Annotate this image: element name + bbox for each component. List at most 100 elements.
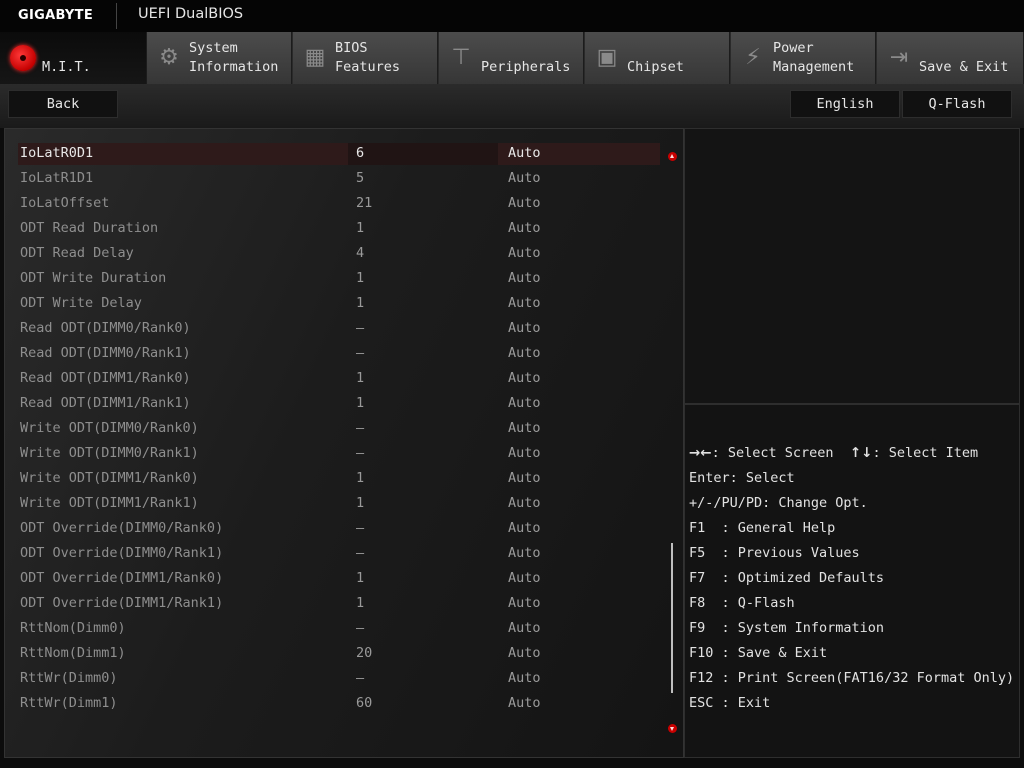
setting-name: RttNom(Dimm1)	[20, 645, 126, 661]
setting-name: ODT Override(DIMM0/Rank1)	[20, 545, 224, 561]
tab-save-exit[interactable]: ⇥ Save & Exit	[877, 32, 1024, 84]
setting-option-value[interactable]: Auto	[508, 695, 541, 711]
setting-row[interactable]: RttWr(Dimm1) 60 Auto	[18, 693, 660, 715]
scrollbar-thumb[interactable]	[671, 543, 673, 693]
setting-option-value[interactable]: Auto	[508, 595, 541, 611]
help-select-screen: : Select Screen	[711, 445, 834, 461]
setting-current-value: –	[356, 420, 365, 436]
help-line: F10 : Save & Exit	[689, 645, 828, 661]
setting-option-value[interactable]: Auto	[508, 145, 541, 161]
gear-icon: ⚙	[159, 44, 179, 70]
setting-option-value[interactable]: Auto	[508, 395, 541, 411]
setting-row[interactable]: ODT Override(DIMM1/Rank1) 1 Auto	[18, 593, 660, 615]
tab-mit[interactable]: M.I.T.	[0, 32, 147, 84]
setting-current-value: –	[356, 345, 365, 361]
language-button[interactable]: English	[790, 90, 900, 118]
setting-row[interactable]: Read ODT(DIMM1/Rank1) 1 Auto	[18, 393, 660, 415]
menu-tabs: M.I.T. ⚙ System Information ▦ BIOS Featu…	[0, 32, 1024, 84]
setting-row[interactable]: Read ODT(DIMM0/Rank1) – Auto	[18, 343, 660, 365]
setting-row[interactable]: ODT Override(DIMM0/Rank0) – Auto	[18, 518, 660, 540]
setting-option-value[interactable]: Auto	[508, 320, 541, 336]
chip-icon: ▦	[304, 44, 326, 70]
help-line: F8 : Q-Flash	[689, 595, 795, 611]
setting-row[interactable]: RttNom(Dimm0) – Auto	[18, 618, 660, 640]
setting-row[interactable]: ODT Override(DIMM0/Rank1) – Auto	[18, 543, 660, 565]
setting-option-value[interactable]: Auto	[508, 420, 541, 436]
setting-name: ODT Read Duration	[20, 220, 159, 236]
scroll-down-icon[interactable]	[668, 724, 677, 733]
setting-name: Write ODT(DIMM1/Rank1)	[20, 495, 199, 511]
qflash-button[interactable]: Q-Flash	[902, 90, 1012, 118]
help-line: F1 : General Help	[689, 520, 836, 536]
setting-option-value[interactable]: Auto	[508, 520, 541, 536]
setting-row[interactable]: Write ODT(DIMM1/Rank0) 1 Auto	[18, 468, 660, 490]
tab-bios-features[interactable]: ▦ BIOS Features	[293, 32, 438, 84]
setting-row[interactable]: IoLatR0D1 6 Auto	[18, 143, 660, 165]
setting-option-value[interactable]: Auto	[508, 270, 541, 286]
setting-option-value[interactable]: Auto	[508, 370, 541, 386]
setting-row[interactable]: Write ODT(DIMM0/Rank1) – Auto	[18, 443, 660, 465]
setting-row[interactable]: ODT Read Duration 1 Auto	[18, 218, 660, 240]
setting-current-value: 1	[356, 395, 365, 411]
tab-power-management[interactable]: ⚡ Power Management	[731, 32, 876, 84]
setting-option-value[interactable]: Auto	[508, 245, 541, 261]
setting-row[interactable]: ODT Write Delay 1 Auto	[18, 293, 660, 315]
setting-name: Write ODT(DIMM0/Rank1)	[20, 445, 199, 461]
left-right-arrow-icon: →←	[689, 445, 712, 461]
setting-row[interactable]: Write ODT(DIMM1/Rank1) 1 Auto	[18, 493, 660, 515]
setting-row[interactable]: RttNom(Dimm1) 20 Auto	[18, 643, 660, 665]
setting-row[interactable]: ODT Write Duration 1 Auto	[18, 268, 660, 290]
setting-name: IoLatR0D1	[20, 145, 94, 161]
setting-option-value[interactable]: Auto	[508, 195, 541, 211]
setting-name: ODT Override(DIMM0/Rank0)	[20, 520, 224, 536]
tab-peripherals[interactable]: ⊤ Peripherals	[439, 32, 584, 84]
setting-option-value[interactable]: Auto	[508, 470, 541, 486]
help-line: Enter: Select	[689, 470, 795, 486]
setting-row[interactable]: ODT Read Delay 4 Auto	[18, 243, 660, 265]
setting-name: Read ODT(DIMM1/Rank0)	[20, 370, 191, 386]
tab-chipset[interactable]: ▣ Chipset	[585, 32, 730, 84]
tab-label: System Information	[189, 40, 279, 75]
exit-icon: ⇥	[889, 44, 909, 70]
setting-row[interactable]: IoLatOffset 21 Auto	[18, 193, 660, 215]
setting-current-value: 1	[356, 495, 365, 511]
setting-option-value[interactable]: Auto	[508, 670, 541, 686]
setting-row[interactable]: IoLatR1D1 5 Auto	[18, 168, 660, 190]
peripherals-icon: ⊤	[451, 44, 471, 70]
setting-option-value[interactable]: Auto	[508, 345, 541, 361]
setting-current-value: –	[356, 320, 365, 336]
setting-name: RttWr(Dimm0)	[20, 670, 118, 686]
tab-label: Chipset	[627, 59, 684, 75]
setting-row[interactable]: Write ODT(DIMM0/Rank0) – Auto	[18, 418, 660, 440]
setting-option-value[interactable]: Auto	[508, 170, 541, 186]
tab-system-information[interactable]: ⚙ System Information	[147, 32, 292, 84]
scroll-up-icon[interactable]	[668, 152, 677, 161]
setting-row[interactable]: ODT Override(DIMM1/Rank0) 1 Auto	[18, 568, 660, 590]
setting-option-value[interactable]: Auto	[508, 570, 541, 586]
setting-row[interactable]: Read ODT(DIMM1/Rank0) 1 Auto	[18, 368, 660, 390]
setting-name: Read ODT(DIMM0/Rank0)	[20, 320, 191, 336]
setting-option-value[interactable]: Auto	[508, 645, 541, 661]
setting-name: ODT Write Duration	[20, 270, 167, 286]
setting-current-value: –	[356, 445, 365, 461]
setting-name: ODT Override(DIMM1/Rank1)	[20, 595, 224, 611]
setting-row[interactable]: Read ODT(DIMM0/Rank0) – Auto	[18, 318, 660, 340]
help-line: +/-/PU/PD: Change Opt.	[689, 495, 868, 511]
title-bar: GIGABYTE UEFI DualBIOS	[0, 0, 1024, 32]
setting-option-value[interactable]: Auto	[508, 495, 541, 511]
setting-option-value[interactable]: Auto	[508, 220, 541, 236]
setting-name: ODT Read Delay	[20, 245, 134, 261]
setting-current-value: –	[356, 545, 365, 561]
setting-name: RttWr(Dimm1)	[20, 695, 118, 711]
setting-option-value[interactable]: Auto	[508, 620, 541, 636]
setting-row[interactable]: RttWr(Dimm0) – Auto	[18, 668, 660, 690]
setting-option-value[interactable]: Auto	[508, 445, 541, 461]
chipset-icon: ▣	[596, 44, 618, 70]
setting-option-value[interactable]: Auto	[508, 545, 541, 561]
setting-option-value[interactable]: Auto	[508, 295, 541, 311]
back-button[interactable]: Back	[8, 90, 118, 118]
button-bar: Back English Q-Flash	[0, 84, 1024, 128]
setting-current-value: 21	[356, 195, 373, 211]
brand-logo: GIGABYTE	[18, 8, 93, 23]
help-nav-line: →←: Select Screen ↑↓: Select Item	[689, 445, 978, 461]
